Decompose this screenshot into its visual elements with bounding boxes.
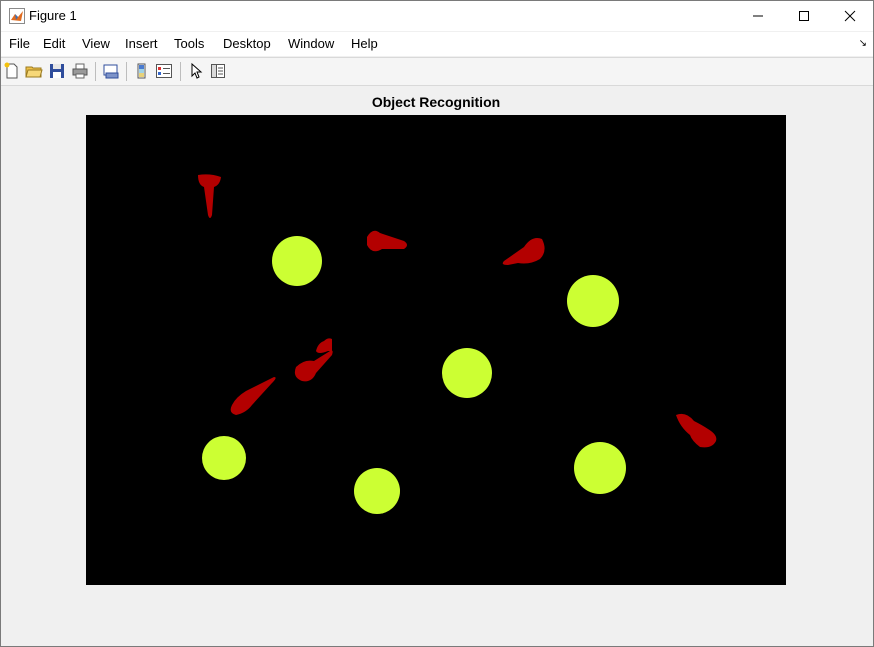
print-preview-icon[interactable] (102, 62, 120, 80)
minimize-icon (753, 15, 763, 17)
recognized-circle (442, 348, 492, 398)
menu-desktop[interactable]: Desktop (223, 36, 271, 51)
recognized-circle (574, 442, 626, 494)
legend-icon[interactable] (155, 62, 173, 80)
dock-arrow-icon[interactable]: ↘ (859, 38, 867, 49)
print-icon[interactable] (71, 62, 89, 80)
toolbar-separator (95, 62, 96, 81)
matlab-icon (9, 8, 25, 24)
recognized-circle (354, 468, 400, 514)
toolbar (1, 57, 873, 86)
menu-help[interactable]: Help (351, 36, 378, 51)
open-file-icon[interactable] (25, 62, 43, 80)
maximize-button[interactable] (781, 1, 827, 31)
close-button[interactable] (827, 1, 873, 31)
window-title: Figure 1 (29, 8, 77, 23)
close-icon (844, 10, 856, 22)
title-bar[interactable]: Figure 1 (1, 1, 873, 31)
menu-tools[interactable]: Tools (174, 36, 204, 51)
axes-title: Object Recognition (371, 94, 501, 110)
image-axes[interactable] (86, 115, 786, 585)
menu-file[interactable]: File (9, 36, 30, 51)
figure-window: Figure 1 File Edit View Insert Tools Des… (0, 0, 874, 647)
menu-window[interactable]: Window (288, 36, 334, 51)
menu-insert[interactable]: Insert (125, 36, 158, 51)
save-icon[interactable] (48, 62, 66, 80)
recognized-circle (202, 436, 246, 480)
new-figure-icon[interactable] (3, 62, 21, 80)
menu-edit[interactable]: Edit (43, 36, 65, 51)
menu-view[interactable]: View (82, 36, 110, 51)
property-inspector-icon[interactable] (209, 62, 227, 80)
recognized-circle (567, 275, 619, 327)
minimize-button[interactable] (735, 1, 781, 31)
toolbar-separator (180, 62, 181, 81)
edit-plot-icon[interactable] (187, 62, 205, 80)
recognized-circle (272, 236, 322, 286)
toolbar-separator (126, 62, 127, 81)
maximize-icon (799, 11, 809, 21)
colorbar-icon[interactable] (133, 62, 151, 80)
menu-bar: File Edit View Insert Tools Desktop Wind… (1, 32, 873, 56)
